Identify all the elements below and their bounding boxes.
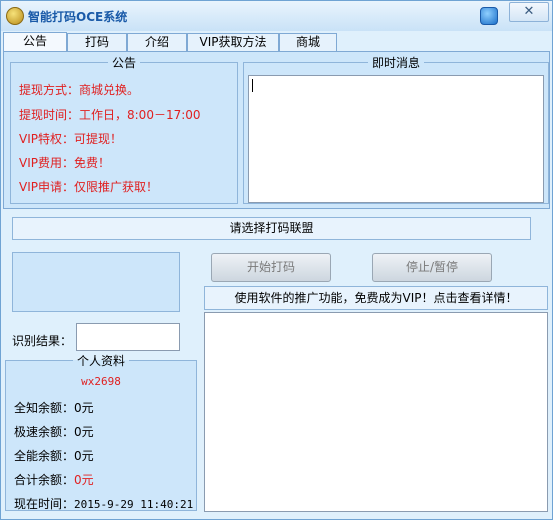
messages-title: 即时消息 (371, 56, 420, 70)
notice-line: VIP特权：可提现！ (19, 132, 122, 146)
notice-title: 公告 (111, 56, 136, 70)
stop-pause-button[interactable]: 停止/暂停 (372, 253, 492, 282)
balance-row: 全能余额：0元 (14, 449, 94, 463)
app-window: 智能打码OCE系统 ✕ 公告 打码 介绍 VIP获取方法 商城 公告 提现方式：… (0, 0, 553, 520)
text-caret (252, 79, 253, 92)
promo-link[interactable]: 使用软件的推广功能，免费成为VIP！点击查看详情！ (204, 286, 548, 310)
messages-textarea[interactable] (248, 75, 544, 203)
profile-title: 个人资料 (76, 354, 125, 368)
profile-group: 个人资料 wx2698 全知余额：0元 极速余额：0元 全能余额：0元 合计余额… (5, 352, 197, 511)
tab-vip-method[interactable]: VIP获取方法 (187, 33, 279, 51)
notice-line: 提现方式：商城兑换。 (19, 83, 140, 97)
tab-captcha[interactable]: 打码 (67, 33, 127, 51)
messages-group: 即时消息 (243, 54, 549, 204)
notice-group: 公告 提现方式：商城兑换。 提现时间：工作日，8:00－17:00 VIP特权：… (10, 54, 238, 204)
result-label: 识别结果： (12, 334, 73, 348)
log-textarea[interactable] (204, 312, 548, 512)
current-time-row: 现在时间：2015-9-29 11:40:21 (14, 497, 194, 511)
balance-row: 全知余额：0元 (14, 401, 94, 415)
tab-shop[interactable]: 商城 (279, 33, 337, 51)
result-input[interactable] (76, 323, 180, 351)
tab-notice[interactable]: 公告 (3, 32, 67, 52)
tab-panel-notice: 公告 提现方式：商城兑换。 提现时间：工作日，8:00－17:00 VIP特权：… (3, 51, 550, 209)
total-balance-row: 合计余额：0元 (14, 473, 94, 487)
alliance-select-bar[interactable]: 请选择打码联盟 (12, 217, 531, 240)
captcha-image (12, 252, 180, 312)
username: wx2698 (81, 375, 121, 388)
skin-icon[interactable] (480, 7, 498, 25)
notice-line: 提现时间：工作日，8:00－17:00 (19, 108, 201, 122)
balance-row: 极速余额：0元 (14, 425, 94, 439)
notice-line: VIP申请：仅限推广获取！ (19, 180, 158, 194)
window-title: 智能打码OCE系统 (28, 10, 128, 24)
start-button[interactable]: 开始打码 (211, 253, 331, 282)
title-bar[interactable]: 智能打码OCE系统 ✕ (1, 1, 552, 31)
app-logo-icon (6, 7, 24, 25)
tab-intro[interactable]: 介绍 (127, 33, 187, 51)
close-button[interactable]: ✕ (509, 2, 549, 22)
notice-line: VIP费用：免费！ (19, 156, 110, 170)
